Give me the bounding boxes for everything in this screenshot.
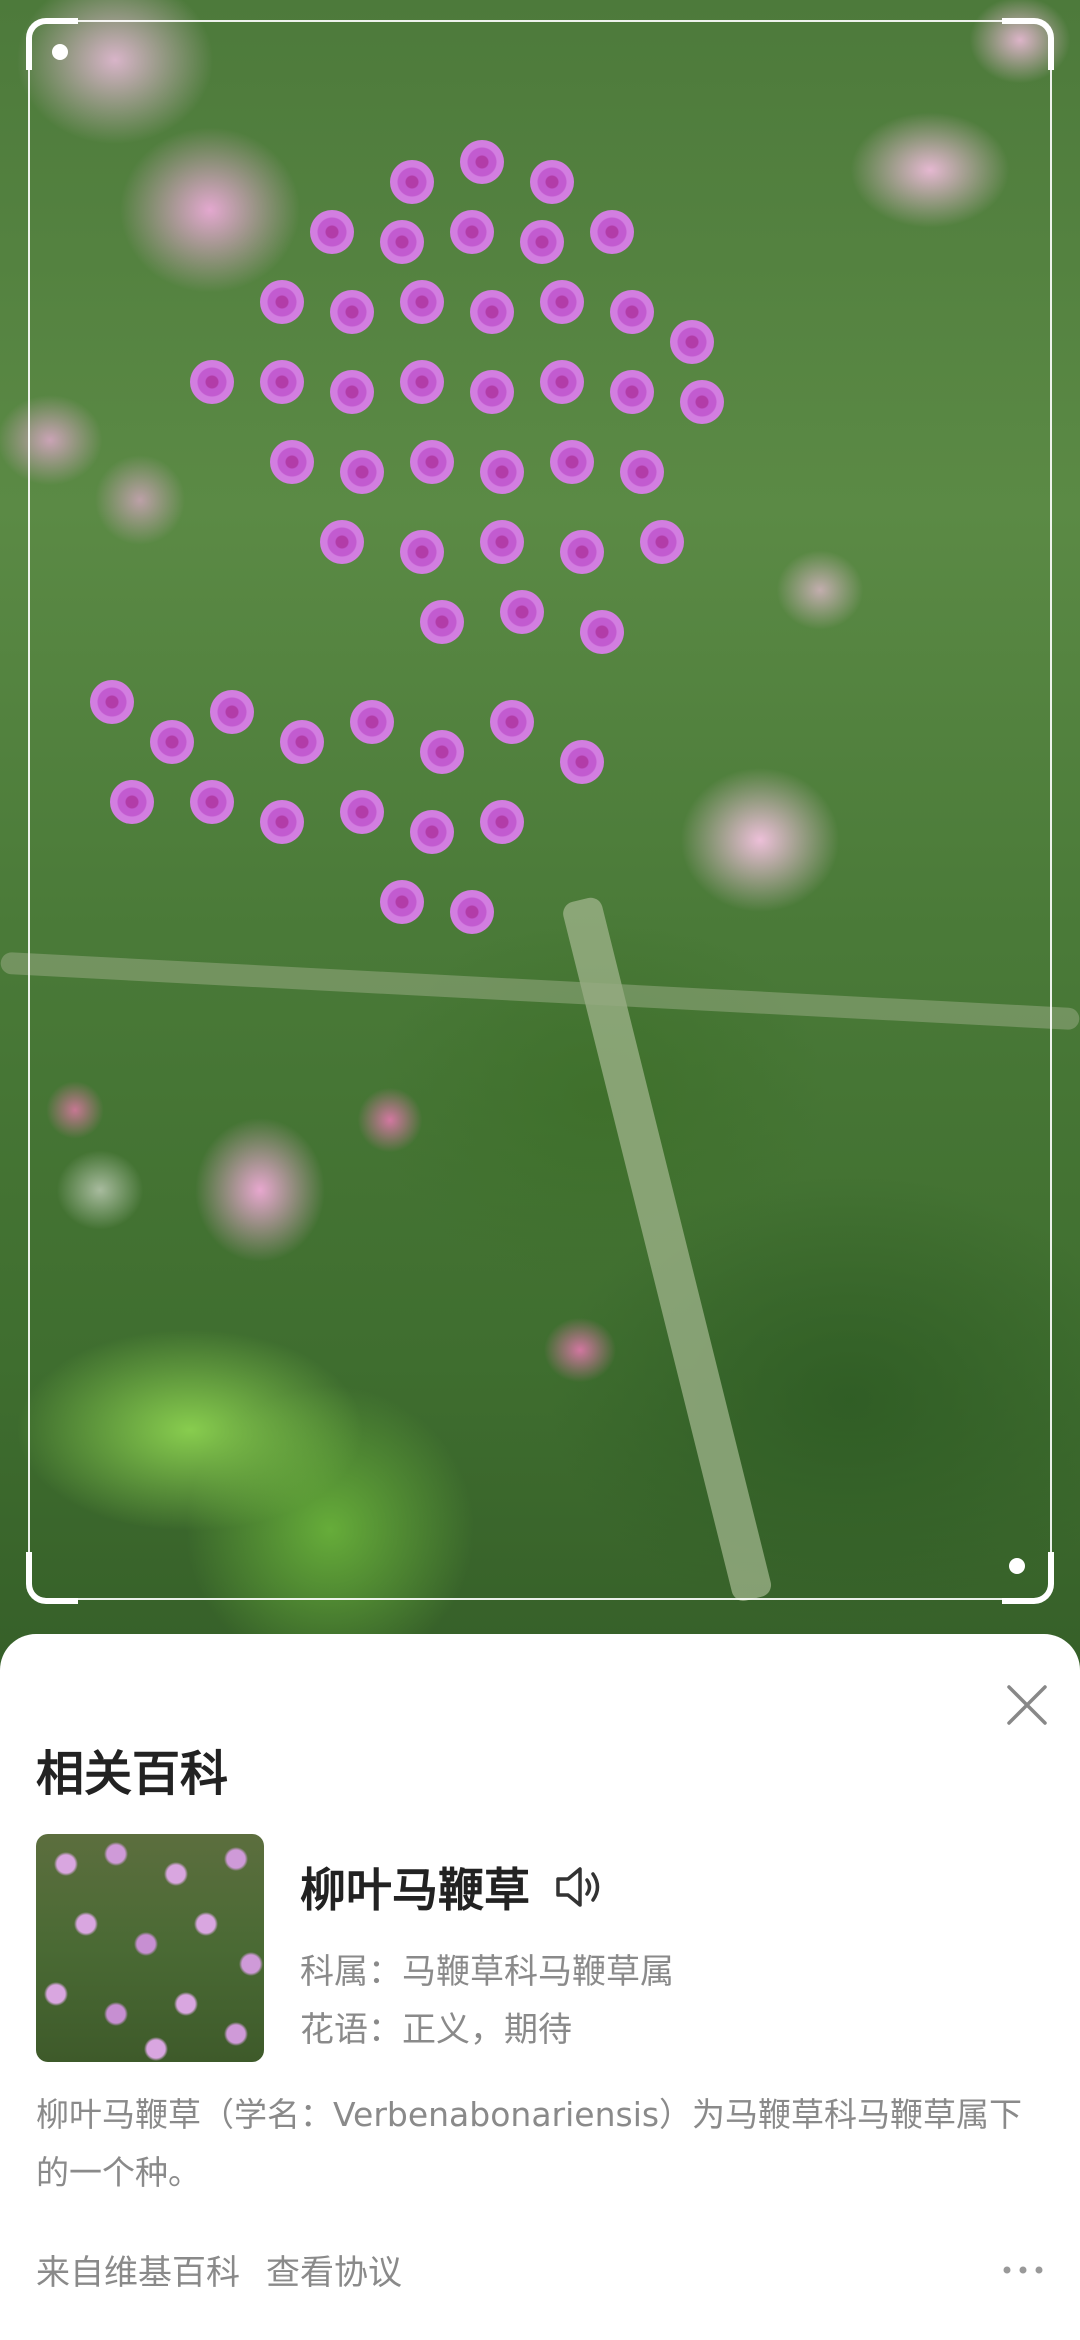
close-button[interactable]: [1000, 1678, 1054, 1732]
scan-corner-bottom-left[interactable]: [26, 1552, 78, 1604]
screen: 相关百科 柳叶马鞭草 科属：马鞭草科马鞭草属 花语：正义，期待 柳叶马鞭草（学名…: [0, 0, 1080, 2340]
flower-thumbnail[interactable]: [36, 1834, 264, 2062]
card-title: 相关百科: [36, 1746, 229, 1802]
encyclopedia-card: 相关百科 柳叶马鞭草 科属：马鞭草科马鞭草属 花语：正义，期待 柳叶马鞭草（学名…: [0, 1634, 1080, 2340]
pronounce-button[interactable]: [552, 1859, 608, 1915]
close-icon: [1007, 1685, 1047, 1725]
camera-preview[interactable]: [0, 0, 1080, 1700]
agreement-link[interactable]: 查看协议: [266, 2245, 402, 2294]
flower-name: 柳叶马鞭草: [300, 1863, 530, 1917]
flower-language: 花语：正义，期待: [300, 2010, 572, 2050]
scan-corner-top-right[interactable]: [1002, 18, 1054, 70]
flower-description: 柳叶马鞭草（学名：Verbenabonariensis）为马鞭草科马鞭草属下的一…: [36, 2095, 1023, 2192]
resize-handle-bottom-right[interactable]: [1009, 1558, 1025, 1574]
source-footer: 来自维基百科 查看协议: [36, 2244, 402, 2294]
scan-frame: [28, 20, 1052, 1600]
resize-handle-top-left[interactable]: [52, 44, 68, 60]
flower-name-row: 柳叶马鞭草: [300, 1852, 608, 1922]
source-link[interactable]: 来自维基百科: [36, 2245, 240, 2294]
more-button[interactable]: [1000, 2252, 1046, 2288]
scan-corner-bottom-right[interactable]: [1002, 1552, 1054, 1604]
more-icon: [1003, 2266, 1043, 2274]
scan-corner-top-left[interactable]: [26, 18, 78, 70]
speaker-icon: [556, 1867, 600, 1907]
flower-family: 科属：马鞭草科马鞭草属: [300, 1952, 674, 1992]
